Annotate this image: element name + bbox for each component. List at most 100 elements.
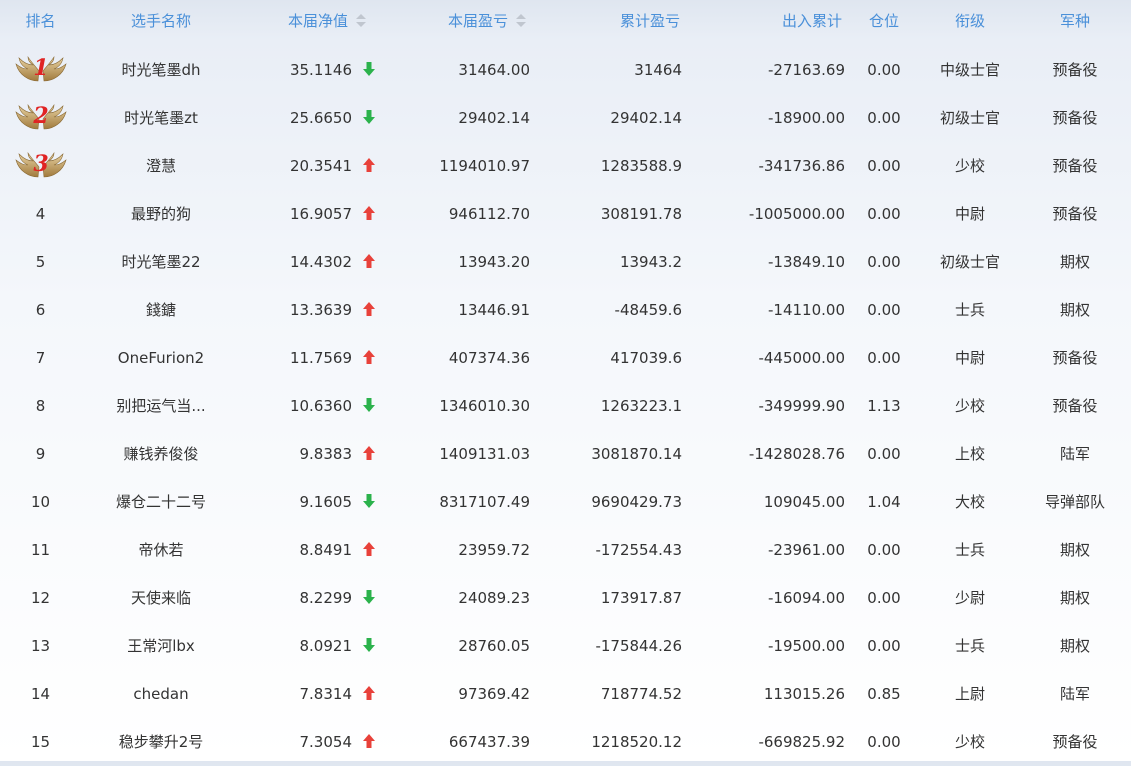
nav-value: 8.2299	[299, 589, 353, 607]
table-row[interactable]: 3 澄慧 20.3541 1194010.97 1283588.9 -341736.86 0…	[0, 142, 1131, 190]
cum-pnl-value: 29402.14	[610, 109, 682, 127]
branch-value: 预备役	[1052, 61, 1098, 79]
branch-value: 期权	[1059, 301, 1090, 319]
header-nav-sort[interactable]: 本届净值	[262, 0, 392, 48]
pnl-value: 24089.23	[458, 589, 530, 607]
pnl-value: 407374.36	[448, 349, 530, 367]
player-name-link[interactable]: 錢鎕	[81, 286, 241, 334]
position-value: 0.00	[867, 349, 901, 367]
rank-cell: 2	[0, 94, 81, 142]
rank-title: 士兵	[954, 301, 985, 319]
pnl-value: 31464.00	[458, 61, 530, 79]
position-value: 0.00	[867, 61, 901, 79]
position-value: 0.00	[867, 445, 901, 463]
player-name-link[interactable]: 时光笔墨dh	[81, 46, 241, 94]
table-row[interactable]: 11 帝休若 8.8491 23959.72 -172554.43 -23961.00 0.…	[0, 526, 1131, 574]
pnl-value: 23959.72	[458, 541, 530, 559]
player-name-link[interactable]: 最野的狗	[81, 190, 241, 238]
player-name-link[interactable]: 天使来临	[81, 574, 241, 622]
position-value: 0.00	[867, 541, 901, 559]
position-value: 0.00	[867, 733, 901, 751]
cum-pnl-value: -48459.6	[614, 301, 682, 319]
table-row[interactable]: 6 錢鎕 13.3639 13446.91 -48459.6 -14110.00 0.00 士…	[0, 286, 1131, 334]
player-name-link[interactable]: 时光笔墨zt	[81, 94, 241, 142]
table-row[interactable]: 2 时光笔墨zt 25.6650 29402.14 29402.14 -18900.00 0…	[0, 94, 1131, 142]
position-value: 1.13	[867, 397, 901, 415]
flow-value: -13849.10	[768, 253, 845, 271]
header-nav: 本届净值	[287, 12, 348, 30]
header-pnl: 本届盈亏	[447, 12, 508, 30]
rank-number: 8	[35, 397, 46, 415]
position-value: 0.00	[867, 301, 901, 319]
table-row[interactable]: 10 爆仓二十二号 9.1605 8317107.49 9690429.73 109045…	[0, 478, 1131, 526]
table-row[interactable]: 1 时光笔墨dh 35.1146 31464.00 31464 -27163.69 0.00…	[0, 46, 1131, 94]
cum-pnl-value: 9690429.73	[591, 493, 682, 511]
player-name-link[interactable]: 稳步攀升2号	[81, 718, 241, 766]
rank-title: 上校	[954, 445, 985, 463]
branch-value: 导弹部队	[1044, 493, 1105, 511]
table-row[interactable]: 4 最野的狗 16.9057 946112.70 308191.78 -1005000.0…	[0, 190, 1131, 238]
player-name-link[interactable]: 赚钱养俊俊	[81, 430, 241, 478]
arrow-down-icon	[363, 62, 375, 76]
player-name-link[interactable]: 时光笔墨22	[81, 238, 241, 286]
player-name-link[interactable]: OneFurion2	[81, 334, 241, 382]
rank-title: 中级士官	[939, 61, 1000, 79]
branch-value: 预备役	[1052, 205, 1098, 223]
pnl-value: 13446.91	[458, 301, 530, 319]
player-name-link[interactable]: 王常河lbx	[81, 622, 241, 670]
table-row[interactable]: 5 时光笔墨22 14.4302 13943.20 13943.2 -13849.10 0.…	[0, 238, 1131, 286]
player-name-link[interactable]: 别把运气当...	[81, 382, 241, 430]
branch-value: 陆军	[1059, 445, 1090, 463]
flow-value: -23961.00	[768, 541, 845, 559]
table-row[interactable]: 9 赚钱养俊俊 9.8383 1409131.03 3081870.14 -1428028…	[0, 430, 1131, 478]
arrow-up-icon	[363, 734, 375, 748]
table-row[interactable]: 8 别把运气当... 10.6360 1346010.30 1263223.1 -3499…	[0, 382, 1131, 430]
branch-value: 期权	[1059, 637, 1090, 655]
flow-value: -1005000.00	[748, 205, 845, 223]
rank-number: 14	[30, 685, 51, 703]
position-value: 0.00	[867, 253, 901, 271]
rank-number: 10	[30, 493, 51, 511]
rank-medal: 3	[14, 147, 68, 183]
rank-title: 上尉	[954, 685, 985, 703]
table-row[interactable]: 7 OneFurion2 11.7569 407374.36 417039.6 -4450…	[0, 334, 1131, 382]
cum-pnl-value: 31464	[634, 61, 682, 79]
rank-title: 少校	[954, 397, 985, 415]
header-branch: 军种	[1059, 12, 1090, 30]
pnl-value: 8317107.49	[439, 493, 530, 511]
header-title: 衔级	[954, 12, 985, 30]
nav-value: 20.3541	[289, 157, 352, 175]
table-row[interactable]: 15 稳步攀升2号 7.3054 667437.39 1218520.12 -669825…	[0, 718, 1131, 766]
nav-value: 14.4302	[289, 253, 352, 271]
player-name-link[interactable]: 澄慧	[81, 142, 241, 190]
position-value: 0.00	[867, 589, 901, 607]
flow-value: -19500.00	[768, 637, 845, 655]
nav-value: 16.9057	[289, 205, 352, 223]
flow-value: -349999.90	[758, 397, 845, 415]
player-name-link[interactable]: 帝休若	[81, 526, 241, 574]
flow-value: -341736.86	[758, 157, 845, 175]
rank-medal: 1	[14, 51, 68, 87]
player-name-link[interactable]: 爆仓二十二号	[81, 478, 241, 526]
arrow-down-icon	[363, 110, 375, 124]
table-row[interactable]: 14 chedan 7.8314 97369.42 718774.52 113015.26…	[0, 670, 1131, 718]
rank-number: 12	[30, 589, 51, 607]
branch-value: 预备役	[1052, 349, 1098, 367]
cum-pnl-value: 173917.87	[600, 589, 682, 607]
table-header: 排名 选手名称 本届净值 本届盈亏 累计盈亏 出入累计 仓位 衔级 军种	[0, 0, 1131, 42]
position-value: 0.00	[867, 205, 901, 223]
arrow-up-icon	[363, 254, 375, 268]
arrow-down-icon	[363, 398, 375, 412]
flow-value: -669825.92	[758, 733, 845, 751]
cum-pnl-value: -172554.43	[595, 541, 682, 559]
player-name-link[interactable]: chedan	[81, 670, 241, 718]
rank-number: 1	[33, 55, 49, 81]
table-row[interactable]: 13 王常河lbx 8.0921 28760.05 -175844.26 -19500.0…	[0, 622, 1131, 670]
position-value: 0.00	[867, 109, 901, 127]
rank-medal: 2	[14, 99, 68, 135]
arrow-up-icon	[363, 350, 375, 364]
sort-icon	[356, 14, 366, 28]
nav-value: 9.1605	[299, 493, 353, 511]
nav-value: 9.8383	[299, 445, 353, 463]
table-row[interactable]: 12 天使来临 8.2299 24089.23 173917.87 -16094.00 0.…	[0, 574, 1131, 622]
